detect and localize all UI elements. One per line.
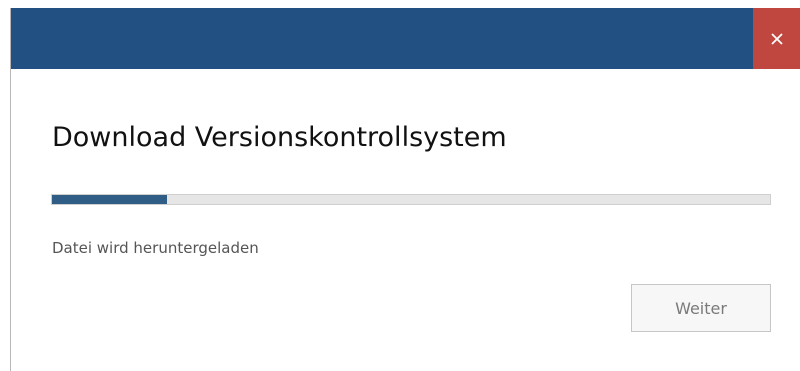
- title-bar[interactable]: [11, 8, 800, 69]
- progress-bar: [51, 194, 771, 205]
- progress-bar-fill: [52, 195, 167, 204]
- page-title: Download Versionskontrollsystem: [52, 122, 507, 153]
- close-button[interactable]: [753, 8, 800, 69]
- close-icon: [770, 32, 784, 46]
- next-button[interactable]: Weiter: [631, 284, 771, 332]
- status-text: Datei wird heruntergeladen: [52, 239, 259, 257]
- download-dialog: Download Versionskontrollsystem Datei wi…: [10, 8, 800, 371]
